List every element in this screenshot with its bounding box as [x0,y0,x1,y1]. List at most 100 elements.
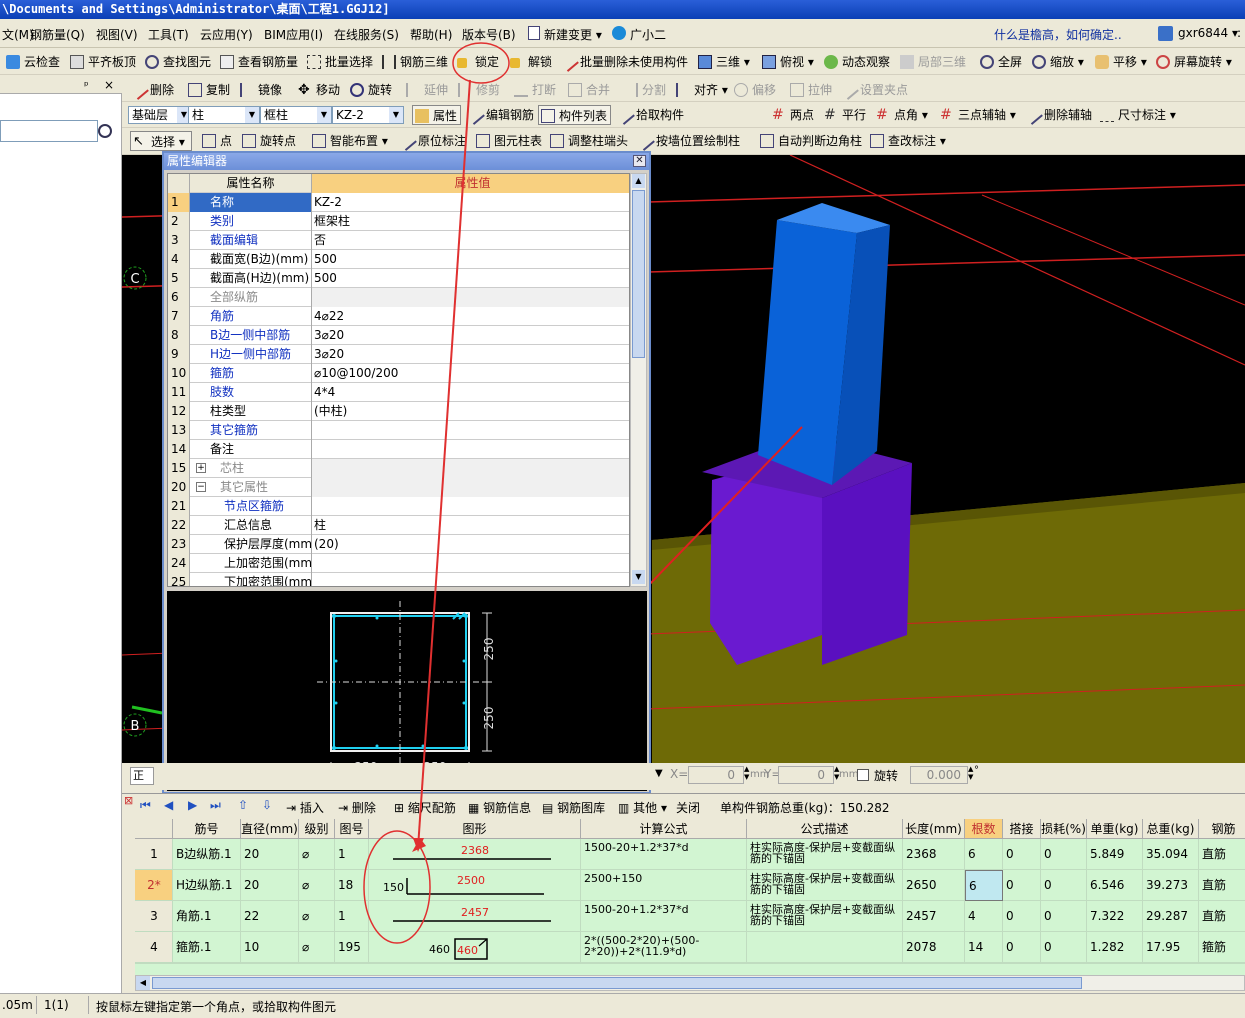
local-3d-button[interactable]: 局部三维 [898,52,966,72]
property-row[interactable]: 10 箍筋 ⌀10@100/200 [168,364,629,383]
property-value[interactable] [312,440,629,459]
nav-search-input[interactable] [0,120,98,142]
property-row[interactable]: 24 上加密范围(mm) [168,554,629,573]
lock-button[interactable]: 锁定 [455,52,499,72]
property-value[interactable] [312,459,629,478]
rebar-shape[interactable]: 150 2500 [369,870,581,901]
formula[interactable]: 1500-20+1.2*37*d [581,901,747,932]
dynamic-observe-button[interactable]: 动态观察 [822,52,890,72]
formula-desc[interactable]: 柱实际高度-保护层+变截面纵筋的下锚固 [747,901,903,932]
property-value[interactable]: 4⌀22 [312,307,629,326]
floor-select[interactable]: 基础层 ▼ [128,106,192,124]
property-row[interactable]: 25 下加密范围(mm) [168,573,629,586]
scroll-thumb[interactable] [632,190,645,358]
select-button[interactable]: ↖ 选择 ▾ [130,131,192,151]
diameter[interactable]: 20 [241,870,299,901]
row-number[interactable]: 2* [135,870,173,901]
property-row[interactable]: 21 节点区箍筋 [168,497,629,516]
merge-button[interactable]: 合并 [566,80,610,100]
property-value[interactable] [312,421,629,440]
formula-desc[interactable] [747,932,903,963]
menu-cloud[interactable]: 云应用(Y) [200,26,253,43]
bar-name[interactable]: 箍筋.1 [173,932,241,963]
top-view-button[interactable]: 俯视 ▾ [760,52,814,72]
first-record-icon[interactable]: ⏮ [140,798,151,813]
lap[interactable]: 0 [1003,839,1041,870]
adjust-column-end-button[interactable]: 调整柱端头 [548,131,628,151]
property-value[interactable]: 500 [312,250,629,269]
property-row[interactable]: 1 名称 KZ-2 [168,193,629,212]
menu-new-change[interactable]: 新建变更 ▾ [528,26,602,43]
copy-button[interactable]: 复制 [186,80,230,100]
menu-file[interactable]: 文(M) [2,26,34,43]
rebar-type[interactable]: 直筋 [1199,870,1245,901]
lap[interactable]: 0 [1003,870,1041,901]
close-panel-button[interactable]: 关闭 [676,799,700,816]
property-row[interactable]: 2 类别 框架柱 [168,212,629,231]
user-account[interactable]: gxr6844 ▾ [1158,26,1238,41]
total-weight[interactable]: 39.273 [1143,870,1199,901]
loss[interactable]: 0 [1041,901,1087,932]
property-row[interactable]: 8 B边一侧中部筋 3⌀20 [168,326,629,345]
panel-close-icon[interactable]: ⊠ [124,794,133,807]
property-row[interactable]: 15 芯柱 + [168,459,629,478]
property-value[interactable] [312,497,629,516]
break-button[interactable]: 打断 [512,80,556,100]
menu-rebar-quantity[interactable]: 钢筋量(Q) [30,26,85,43]
mirror-button[interactable]: 镜像 [238,80,282,100]
count[interactable]: 4 [965,901,1003,932]
property-value[interactable]: 4*4 [312,383,629,402]
scroll-icon[interactable]: ▼ [655,768,663,779]
property-row[interactable]: 23 保护层厚度(mm) (20) [168,535,629,554]
diameter[interactable]: 10 [241,932,299,963]
move-up-icon[interactable]: ⇧ [238,798,248,812]
expand-icon[interactable]: + [196,463,206,473]
loss[interactable]: 0 [1041,839,1087,870]
prev-record-icon[interactable]: ◀ [164,798,173,812]
property-value[interactable]: (20) [312,535,629,554]
rebar-3d-button[interactable]: 钢筋三维 [380,52,448,72]
split-button[interactable]: 分割 [622,80,666,100]
property-row[interactable]: 22 汇总信息柱 [168,516,629,535]
formula[interactable]: 2500+150 [581,870,747,901]
rebar-shape[interactable]: 2368 [369,839,581,870]
other-button[interactable]: ▥ 其他 ▾ [618,799,667,816]
formula[interactable]: 1500-20+1.2*37*d [581,839,747,870]
formula-desc[interactable]: 柱实际高度-保护层+变截面纵筋的下锚固 [747,839,903,870]
view-rebar-qty-button[interactable]: 查看钢筋量 [218,52,298,72]
rotate-point-button[interactable]: 旋转点 [240,131,296,151]
column-table-button[interactable]: 图元柱表 [474,131,542,151]
property-value[interactable]: 3⌀20 [312,345,629,364]
component-select[interactable]: KZ-2 ▼ [332,106,404,124]
property-value[interactable]: (中柱) [312,402,629,421]
help-question-link[interactable]: 什么是檐高，如何确定.. [994,26,1122,43]
cloud-check-button[interactable]: 云检查 [4,52,60,72]
screen-rotate-button[interactable]: 屏幕旋转 ▾ [1154,52,1232,72]
fullscreen-button[interactable]: 全屏 [978,52,1022,72]
delete-axis-button[interactable]: 删除辅轴 [1023,105,1092,125]
scroll-left-icon[interactable]: ◀ [136,976,150,990]
menu-overflow[interactable]: : [1237,26,1241,40]
property-row[interactable]: 14 备注 [168,440,629,459]
menu-help[interactable]: 帮助(H) [410,26,452,43]
grade[interactable]: ⌀ [299,839,335,870]
property-value[interactable]: ⌀10@100/200 [312,364,629,383]
hscroll-thumb[interactable] [152,977,1082,989]
extend-button[interactable]: 延伸 [404,80,448,100]
align-slab-top-button[interactable]: 平齐板顶 [68,52,136,72]
rotate-angle-input[interactable]: 0.000 [910,766,968,784]
property-row[interactable]: 9 H边一侧中部筋 3⌀20 [168,345,629,364]
property-value[interactable]: KZ-2 [312,193,629,212]
edit-rebar-button[interactable]: 编辑钢筋 [465,105,534,125]
table-row[interactable]: 4 箍筋.1 10 ⌀ 195 460 460 2*((500-2*20)+(500-2*20… [135,932,1245,963]
rebar-library-button[interactable]: ▤ 钢筋图库 [542,799,605,816]
rotate-checkbox[interactable] [857,769,869,781]
menu-tools[interactable]: 工具(T) [148,26,189,43]
batch-select-button[interactable]: 批量选择 [305,52,373,72]
rebar-shape[interactable]: 460 460 [369,932,581,963]
table-row-partial[interactable] [135,963,1245,975]
total-weight[interactable]: 29.287 [1143,901,1199,932]
find-element-button[interactable]: 查找图元 [143,52,211,72]
insert-button[interactable]: ⇥ 插入 [286,799,324,816]
component-list-button[interactable]: 构件列表 [538,105,612,125]
